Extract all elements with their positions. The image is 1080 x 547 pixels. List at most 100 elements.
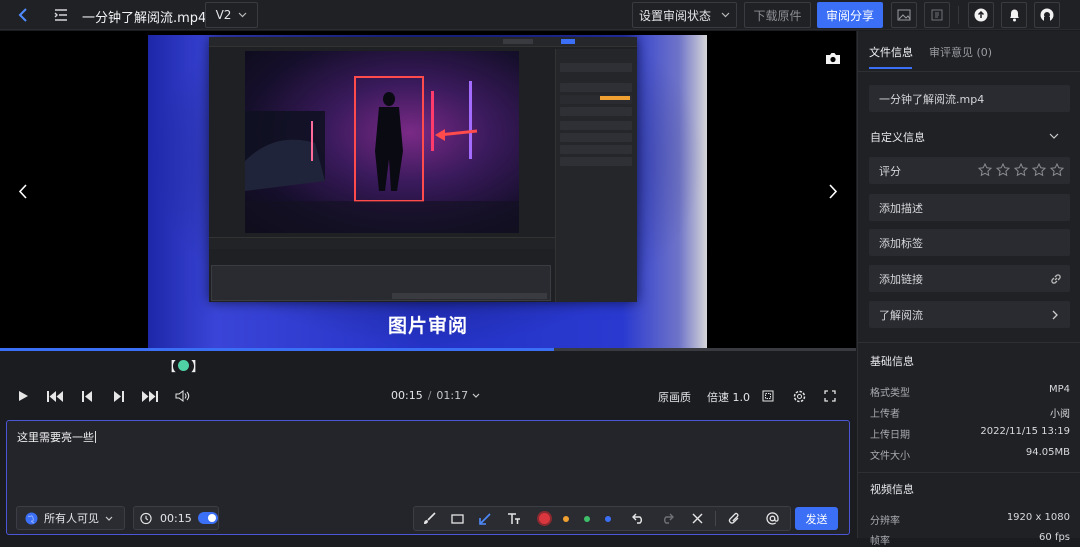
comment-range-marker[interactable]: 【 】 <box>163 356 204 375</box>
upload-icon[interactable] <box>968 2 994 28</box>
add-link-field[interactable]: 添加链接 <box>869 265 1070 292</box>
video-info-value: 1920 x 1080 <box>1006 512 1070 523</box>
fullscreen-icon[interactable] <box>823 389 837 403</box>
previous-frame-icon[interactable] <box>80 389 94 403</box>
version-select[interactable]: V2 <box>205 2 258 28</box>
clear-close-icon[interactable] <box>688 507 706 530</box>
quality-select[interactable]: 原画质 <box>658 389 691 405</box>
star-icon[interactable] <box>996 163 1010 177</box>
timestamp-toggle-switch[interactable] <box>197 512 218 524</box>
section-divider <box>858 342 1080 343</box>
user-avatar-icon[interactable] <box>1034 2 1060 28</box>
color-swatch-blue[interactable] <box>601 507 615 530</box>
star-icon[interactable] <box>978 163 992 177</box>
rectangle-icon[interactable] <box>448 507 466 530</box>
chevron-down-icon[interactable] <box>1048 130 1060 142</box>
color-swatch-red[interactable] <box>535 507 553 530</box>
notification-bell-icon[interactable] <box>1001 2 1027 28</box>
tab-review-comments[interactable]: 审评意见 (0) <box>929 44 992 60</box>
basic-info-value: 2022/11/15 13:19 <box>980 426 1070 437</box>
star-icon[interactable] <box>1014 163 1028 177</box>
color-blue-dot <box>605 515 611 522</box>
undo-icon[interactable] <box>629 507 647 530</box>
basic-info-title: 基础信息 <box>870 355 914 368</box>
send-button[interactable]: 发送 <box>795 507 838 530</box>
arrow-icon[interactable] <box>476 507 494 530</box>
learn-more-field[interactable]: 了解阅流 <box>869 301 1070 328</box>
play-icon[interactable] <box>16 389 30 403</box>
custom-info-title[interactable]: 自定义信息 <box>870 129 925 145</box>
basic-info-value: MP4 <box>1048 384 1070 395</box>
review-status-label: 设置审阅状态 <box>638 8 711 23</box>
visibility-select[interactable]: 所有人可见 <box>16 506 125 530</box>
current-time: 00:15 <box>391 389 423 402</box>
time-display[interactable]: 00:15 / 01:17 <box>391 389 480 402</box>
video-info-row: 帧率 60 fps <box>870 532 1070 547</box>
rating-field[interactable]: 评分 <box>869 157 1070 184</box>
basic-info-row: 上传日期 2022/11/15 13:19 <box>870 426 1070 441</box>
mention-at-icon[interactable] <box>763 507 781 530</box>
comment-text: 这里需要亮一些 <box>17 431 94 444</box>
video-viewer[interactable]: 图片审阅 <box>0 31 856 348</box>
redo-icon[interactable] <box>658 507 676 530</box>
review-status-button[interactable]: 设置审阅状态 <box>632 2 737 28</box>
file-name-field[interactable]: 一分钟了解阅流.mp4 <box>869 85 1070 112</box>
marker-dot <box>178 360 190 371</box>
version-label: V2 <box>215 8 232 22</box>
safe-frame-icon[interactable] <box>761 389 775 403</box>
image-icon[interactable] <box>891 2 917 28</box>
basic-info-key: 上传者 <box>870 409 900 420</box>
tabs-divider <box>858 71 1080 72</box>
globe-icon <box>25 512 38 524</box>
rating-label: 评分 <box>879 164 901 178</box>
skip-to-start-icon[interactable] <box>46 389 64 403</box>
settings-gear-icon[interactable] <box>792 389 806 403</box>
rating-stars[interactable] <box>978 163 1064 177</box>
color-swatch-green[interactable] <box>580 507 594 530</box>
mock-side-panel <box>555 49 637 302</box>
add-link-label: 添加链接 <box>879 272 923 286</box>
video-info-title: 视频信息 <box>870 483 914 496</box>
next-frame-icon[interactable] <box>111 389 125 403</box>
player-controls: 00:15 / 01:17 原画质 倍速 1.0 <box>0 379 856 413</box>
color-swatch-orange[interactable] <box>559 507 573 530</box>
attachment-paperclip-icon[interactable] <box>725 507 743 530</box>
previous-item-icon[interactable] <box>14 181 30 201</box>
speed-select[interactable]: 倍速 1.0 <box>707 389 750 405</box>
visibility-label: 所有人可见 <box>44 512 99 525</box>
divider <box>958 6 959 24</box>
volume-icon[interactable] <box>174 389 190 403</box>
chevron-down-icon <box>105 516 113 521</box>
basic-info-row: 上传者 小阅 <box>870 405 1070 420</box>
clock-icon <box>140 512 152 524</box>
list-menu-icon[interactable] <box>53 7 69 23</box>
add-tag-field[interactable]: 添加标签 <box>869 229 1070 256</box>
review-share-button[interactable]: 审阅分享 <box>817 2 883 28</box>
comment-marker-track <box>0 351 856 379</box>
add-description-field[interactable]: 添加描述 <box>869 194 1070 221</box>
compare-icon[interactable] <box>924 2 950 28</box>
text-caret <box>95 431 96 443</box>
back-icon[interactable] <box>14 6 32 24</box>
basic-info-key: 上传日期 <box>870 430 910 441</box>
tab-file-info[interactable]: 文件信息 <box>869 44 913 60</box>
link-icon <box>1051 274 1061 284</box>
annotation-toolbar <box>413 506 791 531</box>
video-info-key: 分辨率 <box>870 516 900 527</box>
video-info-key: 帧率 <box>870 536 890 547</box>
video-caption: 图片审阅 <box>387 315 468 337</box>
screenshot-camera-icon[interactable] <box>823 49 843 67</box>
star-icon[interactable] <box>1050 163 1064 177</box>
mock-image <box>245 51 519 233</box>
share-label: 审阅分享 <box>825 8 874 23</box>
add-description-label: 添加描述 <box>879 201 923 215</box>
marker-bracket-left: 【 <box>163 360 177 375</box>
next-item-icon[interactable] <box>825 181 841 201</box>
brush-icon[interactable] <box>420 507 438 530</box>
text-tool-icon[interactable] <box>505 507 523 530</box>
star-icon[interactable] <box>1032 163 1046 177</box>
basic-info-row: 文件大小 94.05MB <box>870 447 1070 462</box>
skip-to-end-icon[interactable] <box>141 389 159 403</box>
download-original-button[interactable]: 下载原件 <box>744 2 811 28</box>
comment-input[interactable]: 这里需要亮一些 <box>17 429 96 445</box>
